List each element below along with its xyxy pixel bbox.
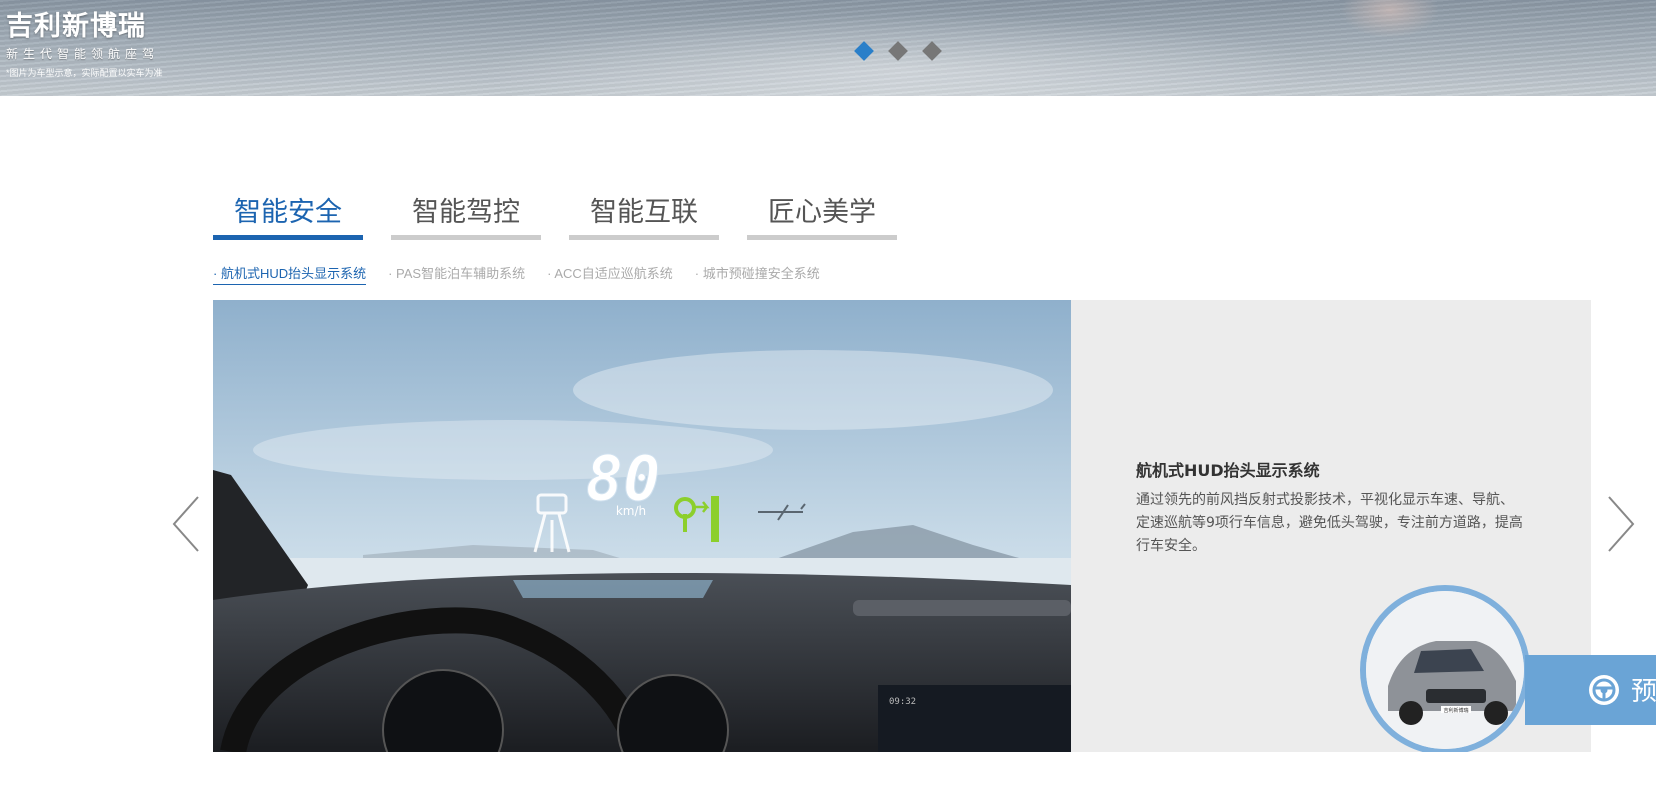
chevron-right-icon — [1608, 496, 1635, 552]
banner-logo: 吉利新博瑞 新生代智能领航座驾 *图片为车型示意，实际配置以实车为准 — [6, 4, 163, 79]
tab-smart-connect[interactable]: 智能互联 — [569, 190, 719, 240]
car-icon: 吉利新博瑞 — [1366, 591, 1524, 749]
feature-image-hud: 09:32 80 km/h — [213, 300, 1071, 752]
tab-smart-safety[interactable]: 智能安全 — [213, 190, 363, 240]
subtab-hud[interactable]: · 航机式HUD抬头显示系统 — [213, 263, 367, 285]
feature-info-panel: 航机式HUD抬头显示系统 通过领先的前风挡反射式投影技术，平视化显示车速、导航、… — [1071, 300, 1591, 752]
feature-description: 通过领先的前风挡反射式投影技术，平视化显示车速、导航、定速巡航等9项行车信息，避… — [1136, 492, 1523, 554]
feature-title: 航机式HUD抬头显示系统 — [1136, 461, 1320, 480]
hud-illustration: 09:32 80 km/h — [213, 300, 1071, 752]
car-thumbnail[interactable]: 吉利新博瑞 — [1360, 585, 1530, 752]
preorder-button[interactable]: 预 — [1525, 655, 1656, 725]
subtab-pas[interactable]: · PAS智能泊车辅助系统 — [388, 263, 525, 285]
car-plate: 吉利新博瑞 — [1443, 707, 1468, 714]
feature-subtabs: · 航机式HUD抬头显示系统 · PAS智能泊车辅助系统 · ACC自适应巡航系… — [213, 263, 820, 285]
hud-unit: km/h — [616, 504, 646, 518]
hero-banner: 吉利新博瑞 新生代智能领航座驾 *图片为车型示意，实际配置以实车为准 — [0, 0, 1656, 96]
banner-brand: 吉利新博瑞 — [6, 11, 146, 42]
feature-tabs: 智能安全 智能驾控 智能互联 匠心美学 — [213, 190, 897, 240]
console-clock: 09:32 — [889, 697, 916, 707]
subtab-collision[interactable]: · 城市预碰撞安全系统 — [695, 263, 820, 285]
banner-slogan: 新生代智能领航座驾 — [6, 47, 160, 61]
prev-slide-button[interactable] — [170, 495, 204, 553]
preorder-label: 预 — [1631, 677, 1656, 707]
carousel-dots — [854, 41, 942, 61]
next-slide-button[interactable] — [1603, 495, 1637, 553]
tab-smart-driving[interactable]: 智能驾控 — [391, 190, 541, 240]
steering-wheel-icon — [1589, 675, 1619, 705]
carousel-dot-3[interactable] — [922, 41, 942, 61]
carousel-dot-1[interactable] — [854, 41, 874, 61]
subtab-acc[interactable]: · ACC自适应巡航系统 — [547, 263, 673, 285]
tab-craft-aesthetics[interactable]: 匠心美学 — [747, 190, 897, 240]
chevron-left-icon — [172, 496, 199, 552]
banner-note: *图片为车型示意，实际配置以实车为准 — [6, 68, 163, 78]
carousel-dot-2[interactable] — [888, 41, 908, 61]
